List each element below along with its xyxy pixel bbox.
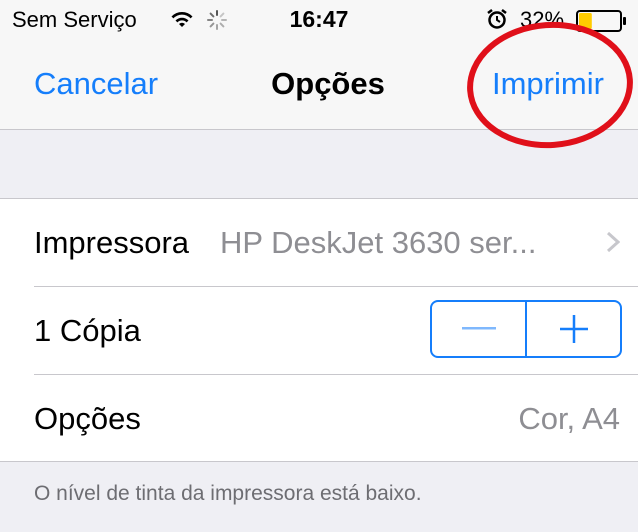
battery-percent: 32%	[520, 7, 565, 32]
printer-value: HP DeskJet 3630 ser...	[220, 225, 537, 260]
battery-fill	[579, 13, 592, 29]
print-options-group: Impressora HP DeskJet 3630 ser... 1 Cópi…	[0, 198, 638, 462]
print-button[interactable]: Imprimir	[492, 66, 604, 102]
status-bar: Sem Serviço 16:47 32%	[0, 0, 638, 40]
printer-row[interactable]: Impressora HP DeskJet 3630 ser...	[0, 199, 638, 287]
alarm-icon	[487, 9, 507, 29]
options-row[interactable]: Opções Cor, A4	[0, 375, 638, 463]
navigation-bar: Cancelar Opções Imprimir	[0, 40, 638, 130]
ink-level-note: O nível de tinta da impressora está baix…	[34, 482, 422, 505]
chevron-right-icon	[606, 231, 620, 253]
decrement-button[interactable]	[432, 302, 525, 356]
minus-icon	[461, 327, 496, 330]
copies-stepper[interactable]	[430, 300, 622, 358]
plus-icon	[559, 315, 588, 343]
options-label: Opções	[34, 401, 141, 436]
copies-label: 1 Cópia	[34, 313, 141, 348]
increment-button[interactable]	[527, 302, 620, 356]
options-value: Cor, A4	[518, 401, 620, 436]
battery-icon	[576, 10, 626, 32]
printer-label: Impressora	[34, 225, 190, 260]
copies-row: 1 Cópia	[0, 287, 638, 375]
